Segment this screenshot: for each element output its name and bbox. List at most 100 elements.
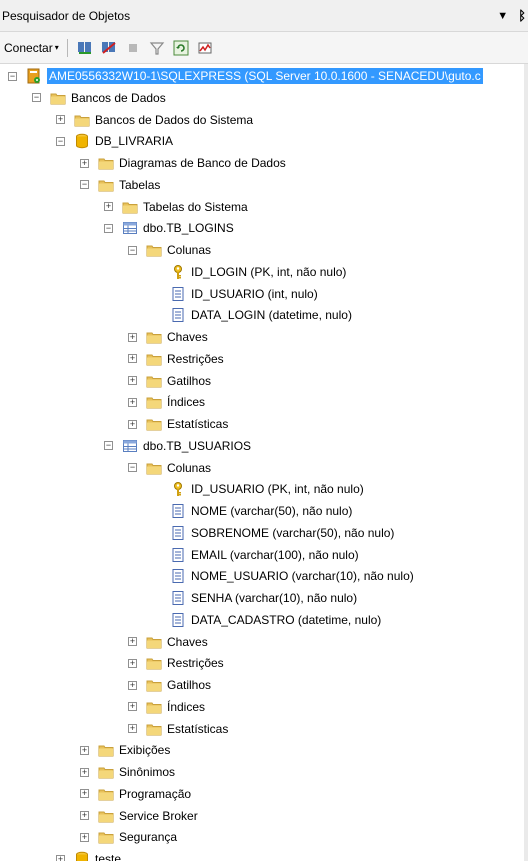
tree-node-bancos-de-dados[interactable]: − Bancos de Dados [32,87,166,109]
folder-icon [98,742,114,758]
collapse-icon[interactable]: − [128,245,137,255]
tree-node-indices[interactable]: + Índices [128,391,205,413]
folder-icon [146,655,162,671]
tree-node-label: Índices [167,699,206,714]
tree-node-label: Service Broker [119,808,198,823]
tree-node-column[interactable]: SENHA (varchar(10), não nulo) [152,587,357,609]
tree-node-programacao[interactable]: + Programação [80,783,191,805]
folder-icon [146,460,162,476]
tree-node-label: Programação [119,786,192,801]
tree-node-service-broker[interactable]: + Service Broker [80,805,198,827]
table-icon [122,220,138,236]
disconnect-server-icon[interactable] [100,39,118,57]
tree-node-column[interactable]: NOME (varchar(50), não nulo) [152,500,352,522]
expand-icon[interactable]: + [80,767,89,777]
server-icon [26,68,42,84]
tree-node-tb-usuarios[interactable]: − dbo.TB_USUARIOS [104,435,251,457]
expand-icon[interactable]: + [56,854,65,861]
collapse-icon[interactable]: − [104,223,113,233]
filter-icon[interactable] [148,39,166,57]
tree-node-bancos-sistema[interactable]: + Bancos de Dados do Sistema [56,109,253,131]
collapse-icon[interactable]: − [56,136,65,146]
activity-monitor-icon[interactable] [196,39,214,57]
tree-node-colunas[interactable]: − Colunas [128,457,211,479]
folder-icon [146,329,162,345]
tree-node-restricoes[interactable]: + Restrições [128,348,224,370]
tree-node-seguranca[interactable]: + Segurança [80,826,177,848]
table-icon [122,438,138,454]
tree-node-indices[interactable]: + Índices [128,696,205,718]
tree-node-label: ID_USUARIO (int, nulo) [191,286,318,301]
tree-node-restricoes[interactable]: + Restrições [128,652,224,674]
expand-icon[interactable]: + [128,354,137,364]
expand-icon[interactable]: + [128,419,137,429]
vertical-scrollbar[interactable] [524,64,528,861]
folder-icon [146,721,162,737]
connect-server-icon[interactable] [76,39,94,57]
tree-node-column[interactable]: DATA_LOGIN (datetime, nulo) [152,304,352,326]
expand-icon[interactable]: + [56,115,65,124]
connect-button[interactable]: Conectar ▾ [4,41,59,55]
collapse-icon[interactable]: − [32,93,41,103]
tree-node-label: Restrições [167,351,224,366]
expand-icon[interactable]: + [104,202,113,211]
tree-node-label: Exibições [119,743,171,758]
tree-node-exibicoes[interactable]: + Exibições [80,739,170,761]
expand-icon[interactable]: + [80,811,89,820]
tree-node-gatilhos[interactable]: + Gatilhos [128,370,211,392]
tree-node-column[interactable]: ID_LOGIN (PK, int, não nulo) [152,261,346,283]
tree-node-label: Restrições [167,656,224,671]
tree-node-column[interactable]: ID_USUARIO (int, nulo) [152,283,318,305]
primary-key-icon [170,481,186,497]
tree-node-column[interactable]: EMAIL (varchar(100), não nulo) [152,544,359,566]
expand-icon[interactable]: + [128,637,137,646]
tree-node-tb-logins[interactable]: − dbo.TB_LOGINS [104,217,234,239]
collapse-icon[interactable]: − [8,71,17,81]
expand-icon[interactable]: + [80,745,89,755]
tree-node-estatisticas[interactable]: + Estatísticas [128,718,228,740]
collapse-icon[interactable]: − [80,180,89,190]
tree-node-label: Diagramas de Banco de Dados [119,156,286,170]
tree-node-column[interactable]: NOME_USUARIO (varchar(10), não nulo) [152,565,414,587]
expand-icon[interactable]: + [80,832,89,842]
object-explorer-tree: − AME0556332W10-1\SQLEXPRESS (SQL Server … [0,64,528,861]
expand-icon[interactable]: + [128,397,137,407]
tree-node-tabelas[interactable]: − Tabelas [80,174,160,196]
tree-node-label: Colunas [167,460,212,475]
expand-icon[interactable]: + [128,724,137,733]
tree-node-db-livraria[interactable]: − DB_LIVRARIA [56,130,173,152]
folder-icon [98,829,114,845]
tree-node-db-teste[interactable]: + teste [56,848,121,861]
expand-icon[interactable]: + [128,376,137,385]
tree-node-column[interactable]: SOBRENOME (varchar(50), não nulo) [152,522,394,544]
tree-node-estatisticas[interactable]: + Estatísticas [128,413,228,435]
tree-node-label: ID_USUARIO (PK, int, não nulo) [191,482,364,497]
tree-node-chaves[interactable]: + Chaves [128,631,208,653]
expand-icon[interactable]: + [128,658,137,668]
pin-icon[interactable]: ᛒ [518,8,526,23]
tree-node-label: Sinônimos [119,765,176,779]
tree-node-server[interactable]: − AME0556332W10-1\SQLEXPRESS (SQL Server … [8,65,483,87]
expand-icon[interactable]: + [128,680,137,690]
expand-icon[interactable]: + [128,702,137,712]
expand-icon[interactable]: + [80,158,89,168]
tree-node-sinonimos[interactable]: + Sinônimos [80,761,175,783]
tree-node-chaves[interactable]: + Chaves [128,326,208,348]
tree-node-colunas[interactable]: − Colunas [128,239,211,261]
tree-node-label: dbo.TB_LOGINS [143,221,234,236]
tree-node-column[interactable]: ID_USUARIO (PK, int, não nulo) [152,478,364,500]
folder-icon [98,177,114,193]
tree-node-tabelas-sistema[interactable]: + Tabelas do Sistema [104,196,248,218]
refresh-icon[interactable] [172,39,190,57]
dropdown-arrow-icon[interactable]: ▼ [497,10,508,22]
stop-icon[interactable] [124,39,142,57]
tree-node-gatilhos[interactable]: + Gatilhos [128,674,211,696]
expand-icon[interactable]: + [128,332,137,342]
collapse-icon[interactable]: − [128,463,137,472]
expand-icon[interactable]: + [80,789,89,799]
tree-node-label: Gatilhos [167,678,212,692]
toolbar-separator [66,38,68,57]
tree-node-column[interactable]: DATA_CADASTRO (datetime, nulo) [152,609,381,631]
collapse-icon[interactable]: − [104,441,113,451]
tree-node-diagramas[interactable]: + Diagramas de Banco de Dados [80,152,286,174]
